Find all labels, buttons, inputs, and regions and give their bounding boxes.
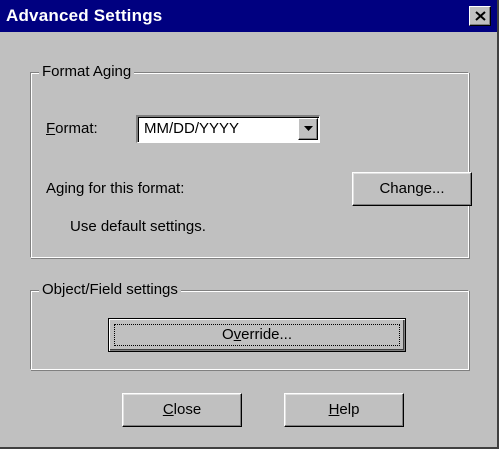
advanced-settings-dialog: Advanced Settings Format Aging Format: M… [0, 0, 499, 449]
help-post: elp [339, 401, 360, 418]
default-settings-text: Use default settings. [70, 218, 206, 235]
title-bar[interactable]: Advanced Settings [0, 0, 497, 32]
close-icon [475, 11, 486, 21]
change-button-label: Change... [353, 180, 471, 198]
close-button-label: Close [123, 401, 241, 419]
format-select[interactable]: MM/DD/YYYY [136, 115, 320, 143]
override-pre: O [221, 326, 234, 343]
override-post: erride... [241, 326, 293, 343]
format-label: Format: [46, 120, 98, 138]
help-mnemonic: H [328, 401, 340, 418]
override-button[interactable]: Override... [108, 318, 406, 352]
change-button[interactable]: Change... [352, 172, 472, 206]
close-post: lose [173, 401, 202, 418]
close-mnemonic: C [162, 401, 174, 418]
aging-label: Aging for this format: [46, 180, 185, 197]
close-window-button[interactable] [469, 6, 491, 26]
override-button-label: Override... [109, 326, 405, 344]
format-aging-legend: Format Aging [39, 63, 135, 81]
close-button[interactable]: Close [122, 393, 242, 427]
help-button-label: Help [285, 401, 403, 419]
change-mnemonic: g [415, 180, 424, 197]
window-title: Advanced Settings [6, 6, 163, 25]
change-pre: Chan [379, 180, 416, 197]
format-label-post: ormat: [55, 120, 98, 137]
format-dropdown-button[interactable] [298, 118, 318, 140]
format-select-value: MM/DD/YYYY [144, 120, 240, 137]
chevron-down-icon [304, 126, 313, 131]
object-field-legend: Object/Field settings [39, 281, 181, 299]
help-button[interactable]: Help [284, 393, 404, 427]
format-label-mnemonic: F [46, 120, 56, 137]
change-post: e... [423, 180, 445, 197]
